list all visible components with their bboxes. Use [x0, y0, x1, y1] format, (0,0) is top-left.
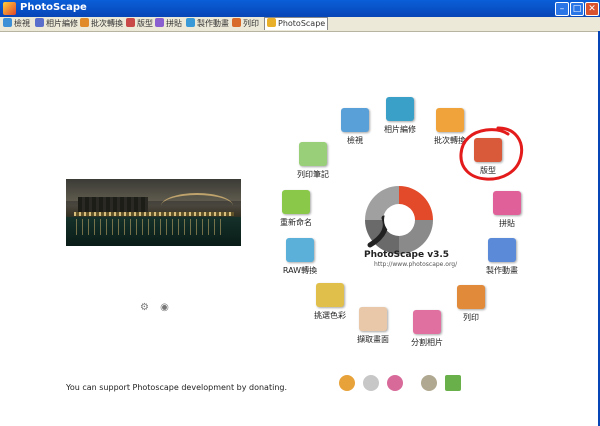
combine-tab-icon: [155, 18, 164, 27]
menu-splitter[interactable]: 分割相片: [397, 310, 457, 348]
menu-raw[interactable]: RAW轉換: [270, 238, 330, 276]
editor-icon: [386, 97, 414, 121]
tab-photoscape[interactable]: PhotoScape: [264, 17, 329, 30]
rename-icon: [282, 190, 310, 214]
close-button[interactable]: ✕: [585, 2, 599, 16]
paper-print-icon: [299, 142, 327, 166]
menu-paper-print[interactable]: 列印筆記: [283, 142, 343, 180]
tab-batch[interactable]: 批次轉換: [80, 18, 123, 30]
tab-page[interactable]: 版型: [126, 18, 153, 30]
batch-tab-icon: [80, 18, 89, 27]
window-title: PhotoScape: [20, 2, 87, 13]
photoscape-app-icon: [3, 2, 16, 15]
animated-tab-icon: [186, 18, 195, 27]
title-bar: PhotoScape – □ ✕: [0, 0, 600, 17]
cityscape-photo: [66, 179, 241, 246]
tab-bar: 檢視 相片編修 批次轉換 版型 拼貼 製作動畫 列印 PhotoScape: [0, 17, 600, 32]
viewer-icon: [341, 108, 369, 132]
product-url[interactable]: http://www.photoscape.org/: [374, 261, 457, 268]
donate-text: You can support Photoscape development b…: [66, 383, 288, 392]
photoscape-logo: [365, 186, 433, 254]
people-icon[interactable]: [387, 375, 403, 391]
animated-icon: [488, 238, 516, 262]
combine-icon: [493, 191, 521, 215]
menu-color-picker[interactable]: 挑選色彩: [300, 283, 360, 321]
maximize-button[interactable]: □: [570, 2, 584, 16]
screen-capture-icon: [359, 307, 387, 331]
print-tab-icon: [232, 18, 241, 27]
frame-icon[interactable]: [445, 375, 461, 391]
help-icon[interactable]: [339, 375, 355, 391]
photo-nav-icons: ⚙ ◉: [140, 302, 169, 313]
photoscape-tab-icon: [267, 18, 276, 27]
tab-print[interactable]: 列印: [232, 18, 259, 30]
settings-small-icon[interactable]: ⚙: [140, 302, 149, 313]
minimize-button[interactable]: –: [555, 2, 569, 16]
menu-rename[interactable]: 重新命名: [266, 190, 326, 228]
highlight-circle-annotation: [459, 126, 524, 181]
menu-combine[interactable]: 拼貼: [477, 191, 537, 229]
tab-combine[interactable]: 拼貼: [155, 18, 182, 30]
product-name: PhotoScape v3.5: [364, 250, 450, 260]
menu-animated[interactable]: 製作動畫: [472, 238, 532, 276]
print-icon: [457, 285, 485, 309]
tools-icon[interactable]: [363, 375, 379, 391]
tab-animated[interactable]: 製作動畫: [186, 18, 229, 30]
editor-tab-icon: [35, 18, 44, 27]
community-icon[interactable]: [421, 375, 437, 391]
eye-small-icon[interactable]: ◉: [160, 302, 169, 313]
tab-viewer[interactable]: 檢視: [3, 18, 30, 30]
color-picker-icon: [316, 283, 344, 307]
page-tab-icon: [126, 18, 135, 27]
viewer-tab-icon: [3, 18, 12, 27]
splitter-icon: [413, 310, 441, 334]
bottom-toolbar: [339, 375, 469, 393]
raw-icon: [286, 238, 314, 262]
tab-editor[interactable]: 相片編修: [35, 18, 78, 30]
